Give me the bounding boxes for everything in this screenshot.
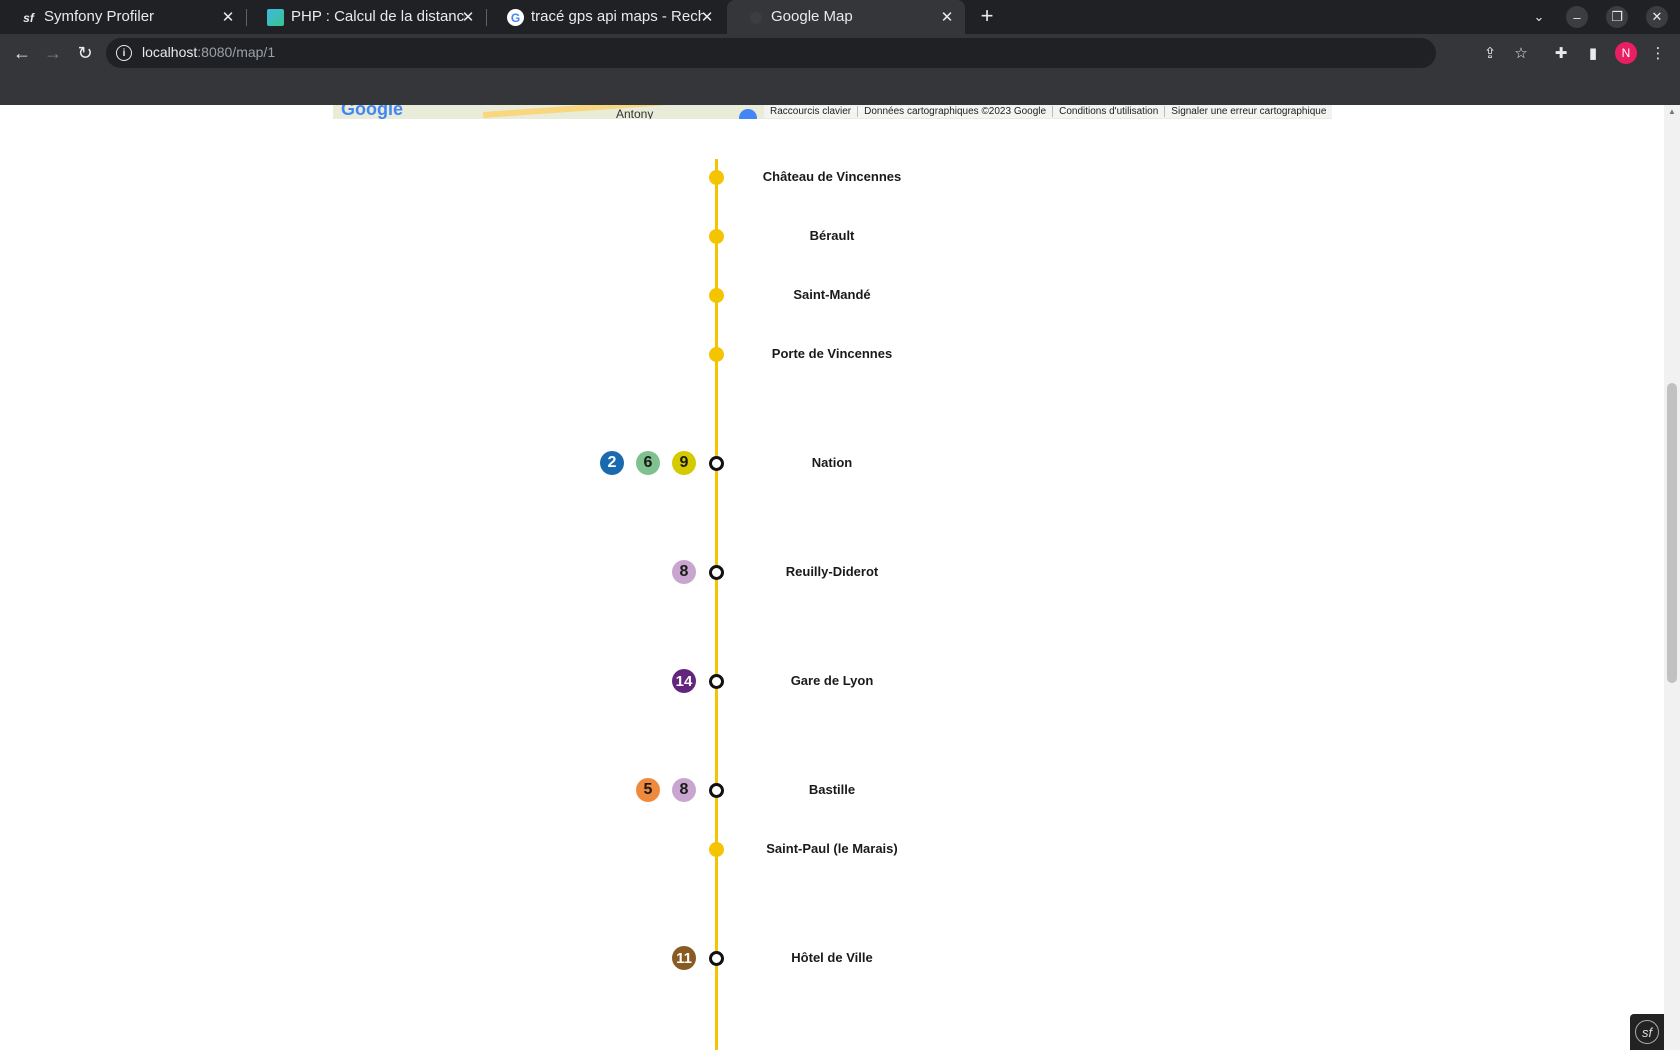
correspondence-stop-marker (709, 674, 724, 689)
site-icon (267, 9, 284, 26)
tab-title: Google Map (771, 8, 853, 25)
vertical-scrollbar[interactable]: ▲ (1664, 105, 1680, 1050)
tab-title: Symfony Profiler (44, 8, 155, 25)
bookmarks-bar (0, 72, 1680, 105)
tab-title: PHP : Calcul de la distance (291, 8, 465, 25)
close-tab-icon[interactable]: ✕ (458, 7, 478, 27)
station-name: Bérault (809, 228, 855, 243)
url-text[interactable]: localhost:8080/map/1 (142, 44, 275, 60)
correspondence-stop-marker (709, 565, 724, 580)
info-icon[interactable]: i (116, 45, 132, 61)
minimize-icon[interactable]: – (1566, 6, 1588, 28)
station-name: Château de Vincennes (762, 169, 902, 184)
stop-marker (709, 170, 724, 185)
terms-link[interactable]: Conditions d'utilisation (1053, 106, 1166, 117)
keyboard-shortcuts-link[interactable]: Raccourcis clavier (764, 106, 859, 117)
line-badge: 14 (672, 669, 696, 693)
url-path: :8080/map/1 (197, 44, 276, 60)
line-badge: 8 (672, 778, 696, 802)
symfony-icon: sf (23, 10, 34, 25)
address-bar[interactable]: i localhost:8080/map/1 (106, 38, 1436, 68)
scrollbar-thumb[interactable] (1667, 383, 1677, 683)
bookmark-star-icon[interactable]: ☆ (1511, 43, 1531, 63)
tab-search-chevron-icon[interactable]: ⌄ (1527, 6, 1551, 28)
close-window-icon[interactable]: ✕ (1646, 6, 1668, 28)
station-name: Nation (811, 455, 853, 470)
back-arrow-icon[interactable]: ← (11, 42, 33, 64)
station-name: Porte de Vincennes (771, 346, 893, 361)
map-place-label: Antony (616, 107, 654, 119)
tab-symfony-profiler[interactable]: sf Symfony Profiler ✕ (0, 0, 246, 34)
forward-arrow-icon[interactable]: → (42, 42, 64, 64)
station-row: 11 Hôtel de Ville (0, 946, 1664, 970)
tab-title: tracé gps api maps - Reche (531, 8, 703, 25)
line-badge: 9 (672, 451, 696, 475)
scroll-up-arrow-icon[interactable]: ▲ (1667, 107, 1677, 117)
stop-marker (709, 347, 724, 362)
browser-toolbar: ← → ↻ i localhost:8080/map/1 ⇪ ☆ ✚ ▮ N ⋮ (0, 34, 1680, 72)
close-tab-icon[interactable]: ✕ (697, 7, 717, 27)
tab-strip: sf Symfony Profiler ✕ PHP : Calcul de la… (0, 0, 1680, 34)
line-badge: 5 (636, 778, 660, 802)
line-badge: 8 (672, 560, 696, 584)
extensions-puzzle-icon[interactable]: ✚ (1551, 43, 1571, 63)
report-error-link[interactable]: Signaler une erreur cartographique (1165, 106, 1332, 117)
station-row: 14 Gare de Lyon (0, 669, 1664, 693)
line-badge: 2 (600, 451, 624, 475)
station-row: Saint-Mandé (0, 285, 1664, 305)
station-name: Saint-Paul (le Marais) (766, 841, 898, 856)
tab-google-map[interactable]: Google Map ✕ (727, 0, 965, 34)
google-icon: G (507, 9, 524, 26)
stop-marker (709, 288, 724, 303)
symfony-icon: sf (1635, 1020, 1659, 1044)
stop-marker (709, 229, 724, 244)
url-host: localhost (142, 44, 198, 60)
close-tab-icon[interactable]: ✕ (218, 7, 238, 27)
correspondence-stop-marker (709, 783, 724, 798)
station-row: Saint-Paul (le Marais) (0, 839, 1664, 859)
stop-marker (709, 842, 724, 857)
side-panel-icon[interactable]: ▮ (1583, 43, 1603, 63)
line-badge: 11 (672, 946, 696, 970)
station-name: Reuilly-Diderot (785, 564, 879, 579)
share-icon[interactable]: ⇪ (1480, 43, 1500, 63)
station-row: 8 Reuilly-Diderot (0, 560, 1664, 584)
map-footer: Raccourcis clavier Données cartographiqu… (764, 105, 1332, 118)
close-tab-icon[interactable]: ✕ (937, 7, 957, 27)
station-name: Gare de Lyon (790, 673, 874, 688)
globe-icon (747, 9, 764, 26)
station-row: 5 8 Bastille (0, 778, 1664, 802)
profile-avatar[interactable]: N (1615, 42, 1637, 64)
new-tab-plus-icon[interactable]: + (976, 5, 998, 28)
restore-icon[interactable]: ❐ (1606, 6, 1628, 28)
symfony-toolbar-toggle[interactable]: sf (1630, 1014, 1664, 1050)
google-map[interactable]: Google Antony Raccourcis clavier Données… (333, 105, 1332, 119)
station-name: Hôtel de Ville (791, 950, 873, 965)
correspondence-stop-marker (709, 456, 724, 471)
correspondence-stop-marker (709, 951, 724, 966)
map-pin-icon[interactable] (739, 109, 757, 119)
page-viewport: Google Antony Raccourcis clavier Données… (0, 105, 1664, 1050)
station-row: Porte de Vincennes (0, 344, 1664, 364)
line-badge: 6 (636, 451, 660, 475)
station-row: Château de Vincennes (0, 167, 1664, 187)
station-row: Bérault (0, 226, 1664, 246)
menu-kebab-icon[interactable]: ⋮ (1648, 43, 1668, 63)
map-data-credit: Données cartographiques ©2023 Google (858, 106, 1054, 117)
station-name: Bastille (808, 782, 856, 797)
station-row: 2 6 9 Nation (0, 451, 1664, 475)
google-logo: Google (341, 105, 403, 119)
reload-icon[interactable]: ↻ (74, 42, 96, 64)
tab-google-search[interactable]: G tracé gps api maps - Reche ✕ (487, 0, 725, 34)
tab-php-distance[interactable]: PHP : Calcul de la distance ✕ (247, 0, 486, 34)
station-name: Saint-Mandé (793, 287, 871, 302)
